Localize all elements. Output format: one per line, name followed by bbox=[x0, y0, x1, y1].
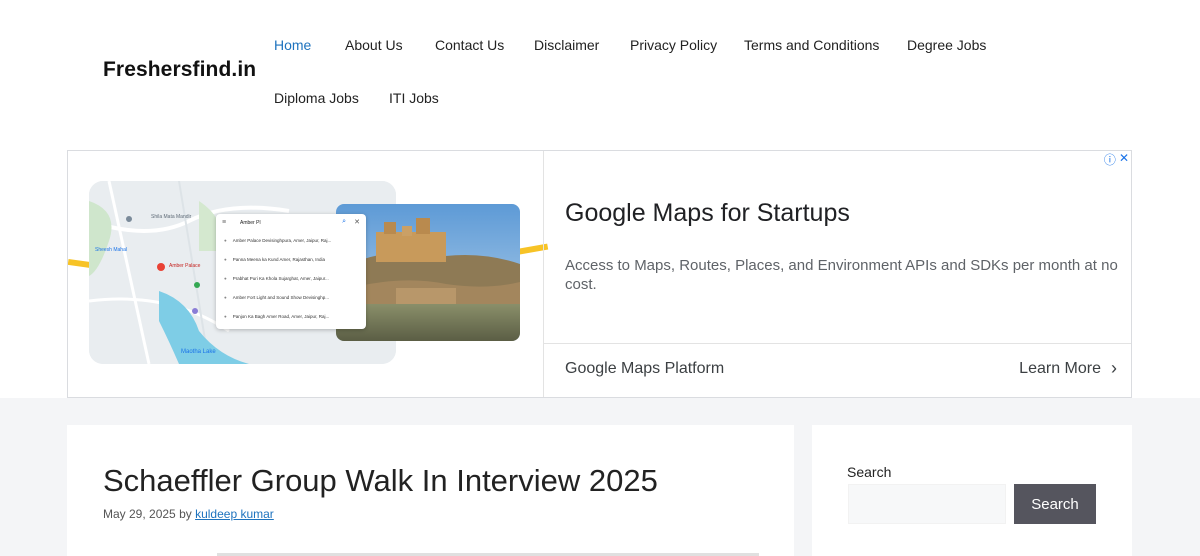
ad-banner[interactable]: ⓘ ✕ Shila Mata Mandir Sheesh Mahal Amber… bbox=[67, 150, 1132, 398]
chevron-right-icon[interactable]: › bbox=[1111, 358, 1117, 379]
map-result-2: ● Panna Meena ka Kund Amer, Rajasthan, In… bbox=[224, 257, 326, 262]
nav-about-us[interactable]: About Us bbox=[345, 37, 403, 53]
article-date: May 29, 2025 bbox=[103, 507, 176, 521]
map-label-temple: Shila Mata Mandir bbox=[151, 214, 192, 220]
nav-iti-jobs[interactable]: ITI Jobs bbox=[389, 90, 439, 106]
pin-icon: ● bbox=[224, 314, 227, 319]
search-label: Search bbox=[847, 464, 892, 480]
menu-icon: ≡ bbox=[222, 219, 227, 226]
nav-disclaimer[interactable]: Disclaimer bbox=[534, 37, 599, 53]
ad-divider-horizontal bbox=[543, 343, 1131, 344]
search-button[interactable]: Search bbox=[1014, 484, 1096, 524]
ad-headline[interactable]: Google Maps for Startups bbox=[565, 199, 850, 228]
ad-info-icon[interactable]: ⓘ bbox=[1104, 151, 1116, 168]
ad-close-icon[interactable]: ✕ bbox=[1119, 151, 1129, 168]
ad-controls: ⓘ ✕ bbox=[1104, 151, 1129, 168]
article-by: by bbox=[179, 507, 192, 521]
ad-description: Access to Maps, Routes, Places, and Envi… bbox=[565, 257, 1118, 293]
map-search-value: Amber Pl bbox=[240, 220, 261, 226]
map-search-panel: ≡ Amber Pl ⌕ ✕ ● Amber Palace Devisinghpu… bbox=[216, 214, 366, 329]
nav-diploma-jobs[interactable]: Diploma Jobs bbox=[274, 90, 359, 106]
ad-brand[interactable]: Google Maps Platform bbox=[565, 360, 724, 378]
map-result-4: ● Amber Fort Light and Sound Show Devisin… bbox=[224, 295, 330, 300]
map-result-5: ● Panjon Ka Bagh Amer Road, Amer, Jaipur,… bbox=[224, 314, 330, 319]
nav-terms-and-conditions[interactable]: Terms and Conditions bbox=[744, 37, 879, 53]
nav-degree-jobs[interactable]: Degree Jobs bbox=[907, 37, 986, 53]
article-meta: May 29, 2025 by kuldeep kumar bbox=[103, 507, 274, 521]
article-card: Schaeffler Group Walk In Interview 2025 … bbox=[67, 425, 794, 556]
pin-icon: ● bbox=[224, 276, 227, 281]
search-input[interactable] bbox=[848, 484, 1006, 524]
sidebar-search-widget: Search Search bbox=[812, 425, 1132, 556]
nav-privacy-policy[interactable]: Privacy Policy bbox=[630, 37, 717, 53]
nav-home[interactable]: Home bbox=[274, 37, 311, 53]
article-title: Schaeffler Group Walk In Interview 2025 bbox=[103, 463, 658, 498]
ad-divider-vertical bbox=[543, 151, 544, 397]
pin-icon: ● bbox=[224, 238, 227, 243]
map-label-lake: Maotha Lake bbox=[181, 349, 216, 355]
article-author-link[interactable]: kuldeep kumar bbox=[195, 507, 274, 521]
map-result-3: ● Prabhat Puri Ka Khola Sujarghat, Amer, … bbox=[224, 276, 329, 281]
pin-icon: ● bbox=[224, 257, 227, 262]
map-label-pin: Amber Palace bbox=[169, 263, 201, 269]
site-title[interactable]: Freshersfind.in bbox=[103, 58, 256, 82]
map-label-sheesh: Sheesh Mahal bbox=[95, 247, 127, 253]
nav-contact-us[interactable]: Contact Us bbox=[435, 37, 504, 53]
map-close-icon: ✕ bbox=[354, 219, 360, 226]
pin-icon: ● bbox=[224, 295, 227, 300]
map-search-icon: ⌕ bbox=[342, 218, 346, 225]
map-result-1: ● Amber Palace Devisinghpura, Amer, Jaipu… bbox=[224, 238, 332, 243]
learn-more-button[interactable]: Learn More bbox=[1019, 360, 1101, 378]
